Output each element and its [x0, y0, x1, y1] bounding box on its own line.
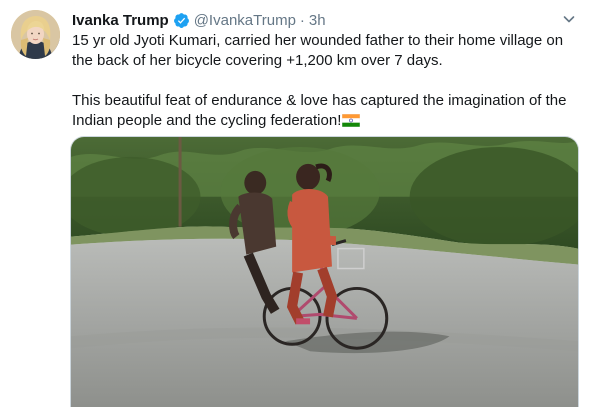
separator-dot: ·	[299, 11, 305, 29]
display-name[interactable]: Ivanka Trump	[72, 12, 169, 29]
india-flag-icon	[342, 113, 361, 128]
tweet-text: 15 yr old Jyoti Kumari, carried her woun…	[72, 31, 577, 131]
girl-on-bicycle-carrying-father-photo	[71, 137, 578, 407]
user-avatar-image	[11, 10, 60, 59]
tweet-header: Ivanka Trump @IvankaTrump · 3h	[72, 10, 326, 30]
tweet[interactable]: Ivanka Trump @IvankaTrump · 3h 15 yr old…	[0, 0, 589, 407]
avatar[interactable]	[11, 10, 60, 59]
verified-badge-icon	[173, 12, 190, 29]
tweet-paragraph-2: This beautiful feat of endurance & love …	[72, 91, 577, 131]
tweet-paragraph-1: 15 yr old Jyoti Kumari, carried her woun…	[72, 32, 564, 69]
tweet-photo[interactable]	[70, 136, 579, 407]
timestamp[interactable]: 3h	[309, 12, 326, 29]
chevron-down-icon[interactable]	[561, 11, 577, 27]
handle[interactable]: @IvankaTrump	[194, 12, 296, 29]
tweet-paragraph-2-text: This beautiful feat of endurance & love …	[72, 92, 567, 129]
